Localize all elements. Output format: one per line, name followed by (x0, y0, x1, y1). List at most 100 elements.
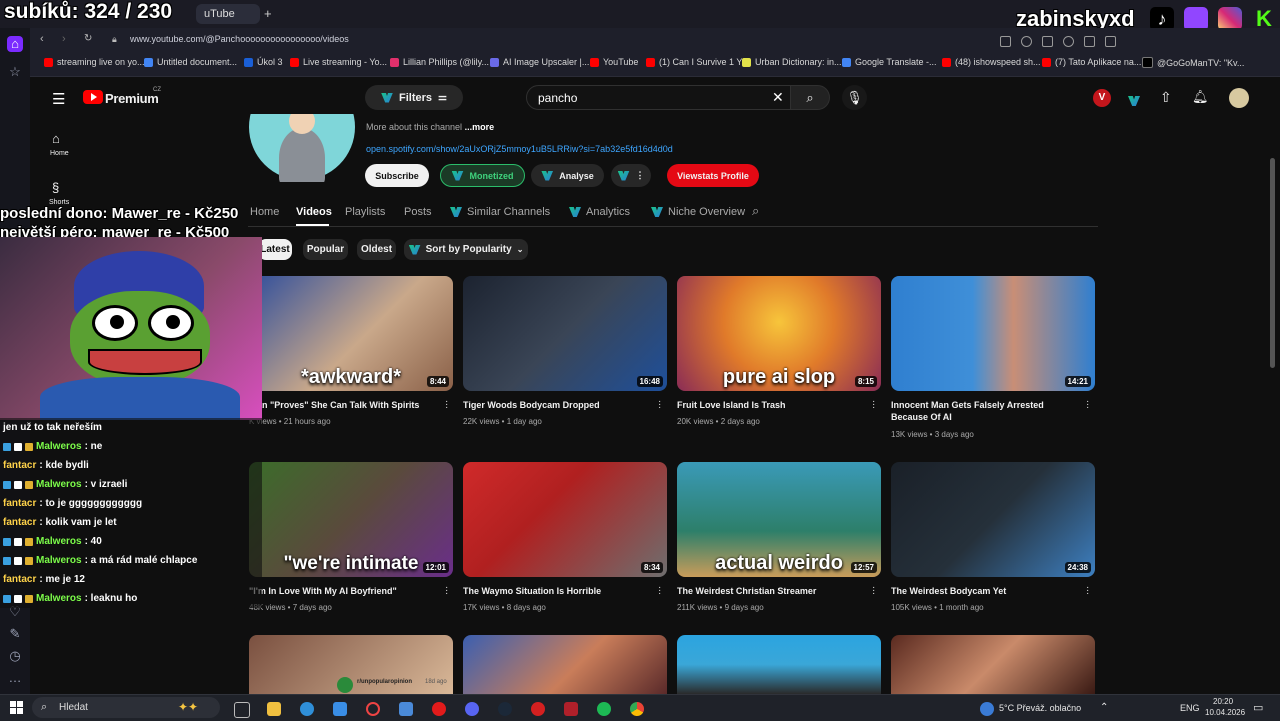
video-thumbnail[interactable] (677, 635, 881, 694)
url-field[interactable]: www.youtube.com/@Panchoooooooooooooooo/v… (130, 34, 349, 44)
tab-niche-overview[interactable]: Niche Overview (651, 206, 745, 218)
file-explorer-icon[interactable] (267, 702, 281, 716)
search-button[interactable]: ⌕ (790, 85, 830, 110)
chip-popular[interactable]: Popular (303, 239, 348, 260)
bookmark-item[interactable]: Live streaming - Yo... (290, 57, 387, 67)
store-icon[interactable] (333, 702, 347, 716)
vidiq-more-button[interactable]: ⋮ (611, 164, 651, 187)
more-icon[interactable]: … (7, 670, 23, 686)
video-thumbnail[interactable]: 8:34 (463, 462, 667, 577)
bookmark-item[interactable]: AI Image Upscaler |... (490, 57, 589, 67)
bookmark-item[interactable]: (7) Tato Aplikace na... (1042, 57, 1141, 67)
bookmark-item[interactable]: streaming live on yo... (44, 57, 145, 67)
bookmark-item[interactable]: (48) ishowspeed sh... (942, 57, 1041, 67)
sort-dropdown[interactable]: Sort by Popularity ⌄ (404, 239, 528, 260)
clear-search-icon[interactable]: ✕ (772, 89, 784, 106)
video-title[interactable]: Tiger Woods Bodycam Dropped (463, 399, 653, 411)
clock-time[interactable]: 20:20 (1213, 697, 1233, 706)
upload-icon[interactable]: ⇧ (1160, 89, 1172, 106)
video-thumbnail[interactable]: actual weirdo 12:57 (677, 462, 881, 577)
video-title[interactable]: "I'm In Love With My AI Boyfriend" (249, 585, 439, 597)
taskbar-search[interactable]: ⌕ Hledat ✦✦ (32, 697, 220, 718)
clock-date[interactable]: 10.04.2026 (1205, 708, 1245, 717)
steam-icon[interactable] (498, 702, 512, 716)
tray-chevron-icon[interactable]: ⌃ (1100, 702, 1108, 713)
more-link[interactable]: ...more (465, 122, 495, 132)
video-thumbnail[interactable]: "we're intimate 12:01 (249, 462, 453, 577)
shorts-icon[interactable]: § (52, 180, 59, 195)
monetized-button[interactable]: Monetized (440, 164, 525, 187)
bookmark-item[interactable]: Untitled document... (144, 57, 237, 67)
history-icon[interactable]: ◷ (7, 648, 23, 664)
video-thumbnail[interactable]: r/unpopularopinion 18d ago (249, 635, 453, 694)
opera-icon[interactable] (432, 702, 446, 716)
discord-icon[interactable] (465, 702, 479, 716)
tab-similar-channels[interactable]: Similar Channels (450, 206, 550, 218)
video-thumbnail[interactable]: 24:38 (891, 462, 1095, 577)
tab-videos[interactable]: Videos (296, 206, 332, 218)
back-icon[interactable]: ‹ (40, 33, 44, 45)
home-icon[interactable]: ⌂ (7, 36, 23, 52)
vidiq-header-icon[interactable] (1128, 93, 1140, 111)
forward-icon[interactable]: › (62, 33, 66, 45)
tab-home[interactable]: Home (250, 206, 279, 218)
viewstats-button[interactable]: Viewstats Profile (667, 164, 759, 187)
video-menu-icon[interactable]: · · · (1086, 583, 1089, 599)
new-tab-button[interactable]: + (264, 6, 272, 21)
channel-avatar[interactable] (249, 114, 355, 182)
filters-button[interactable]: Filters ⚌ (365, 85, 463, 110)
bookmark-item[interactable]: @GoGoManTV: "Kv... (1142, 57, 1244, 68)
video-title[interactable]: Innocent Man Gets Falsely Arrested Becau… (891, 399, 1081, 423)
video-menu-icon[interactable]: · · · (445, 583, 448, 599)
video-menu-icon[interactable]: · · · (658, 397, 661, 413)
video-menu-icon[interactable]: · · · (445, 397, 448, 413)
menu-icon[interactable]: ☰ (52, 90, 65, 108)
video-menu-icon[interactable]: · · · (658, 583, 661, 599)
spotify-icon[interactable] (597, 702, 611, 716)
bookmark-item[interactable]: Úkol 3 (244, 57, 283, 67)
video-thumbnail[interactable] (463, 635, 667, 694)
notification-center-icon[interactable]: ▭ (1253, 701, 1263, 714)
video-title[interactable]: Fruit Love Island Is Trash (677, 399, 867, 411)
task-view-icon[interactable] (234, 702, 250, 718)
extension-v-icon[interactable]: V (1093, 89, 1111, 107)
channel-link[interactable]: open.spotify.com/show/2aUxORjZ5mmoy1uB5L… (366, 144, 673, 154)
chip-oldest[interactable]: Oldest (357, 239, 396, 260)
tab-playlists[interactable]: Playlists (345, 206, 385, 218)
search-input[interactable]: pancho ✕ (526, 85, 796, 110)
chip-latest[interactable]: Latest (258, 239, 292, 260)
video-thumbnail[interactable]: 16:48 (463, 276, 667, 391)
app-icon[interactable] (399, 702, 413, 716)
avatar[interactable] (1229, 88, 1249, 108)
bookmark-item[interactable]: (1) Can I Survive 1 Y... (646, 57, 749, 67)
video-title[interactable]: The Waymo Situation Is Horrible (463, 585, 653, 597)
subscribe-button[interactable]: Subscribe (365, 164, 429, 187)
video-thumbnail[interactable]: *awkward* 8:44 (249, 276, 453, 391)
page-scrollbar[interactable] (1270, 158, 1275, 368)
weather-text[interactable]: 5°C Převáž. oblačno (999, 703, 1081, 713)
analyse-button[interactable]: Analyse (531, 164, 604, 187)
bookmark-item[interactable]: Google Translate -... (842, 57, 937, 67)
tab-analytics[interactable]: Analytics (569, 206, 630, 218)
video-title[interactable]: The Weirdest Bodycam Yet (891, 585, 1081, 597)
app-red-icon[interactable] (531, 702, 545, 716)
windows-start-icon[interactable] (10, 701, 23, 714)
guide-home-label[interactable]: Home (50, 150, 69, 157)
chrome-icon[interactable] (630, 702, 644, 716)
video-thumbnail[interactable] (891, 635, 1095, 694)
search-channel-icon[interactable]: ⌕ (752, 203, 759, 219)
bookmark-item[interactable]: Lillian Phillips (@lily... (390, 57, 489, 67)
opera-gx-icon[interactable] (366, 702, 380, 716)
bookmark-item[interactable]: YouTube (590, 57, 638, 67)
youtube-logo-icon[interactable] (83, 90, 103, 104)
star-icon[interactable]: ☆ (7, 64, 23, 80)
edit-icon[interactable]: ✎ (7, 626, 23, 642)
app-vp-icon[interactable] (564, 702, 578, 716)
video-title[interactable]: The Weirdest Christian Streamer (677, 585, 867, 597)
video-menu-icon[interactable]: · · · (872, 583, 875, 599)
home-nav-icon[interactable]: ⌂ (52, 131, 60, 146)
edge-icon[interactable] (300, 702, 314, 716)
video-title[interactable]: man "Proves" She Can Talk With Spirits (249, 399, 439, 411)
video-thumbnail[interactable]: 14:21 (891, 276, 1095, 391)
video-menu-icon[interactable]: · · · (872, 397, 875, 413)
